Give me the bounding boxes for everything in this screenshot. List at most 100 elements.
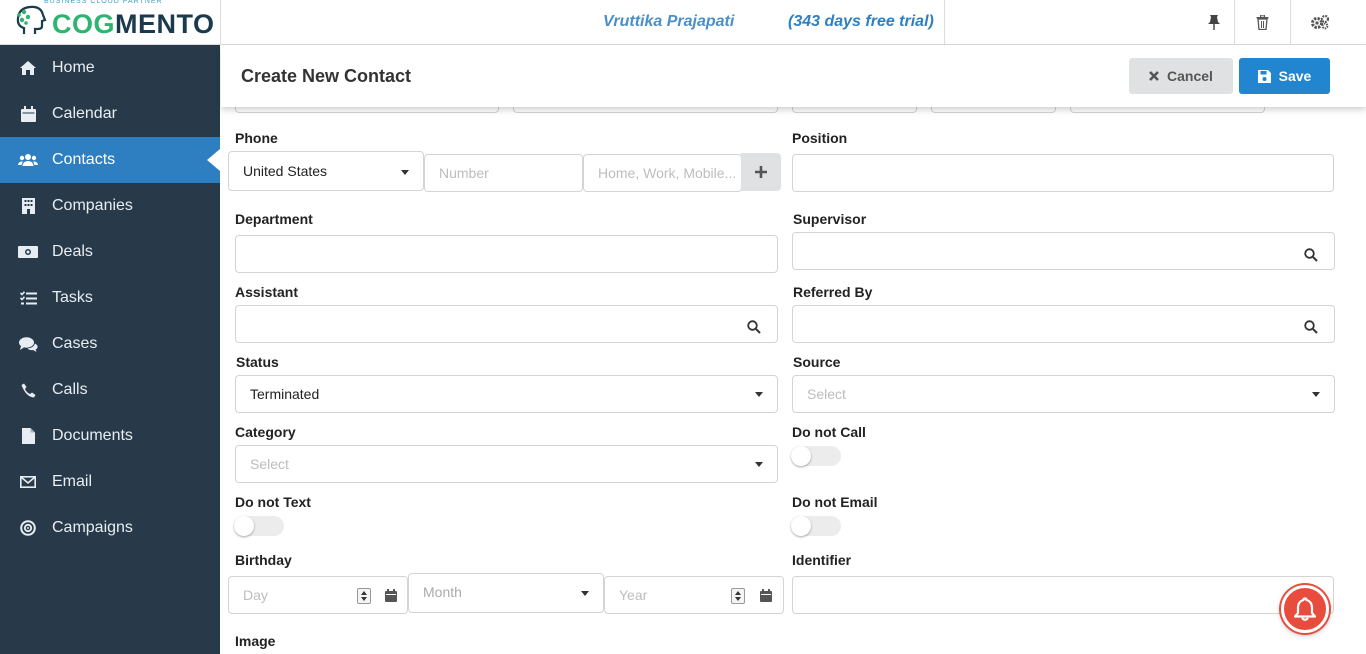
tasks-icon [18, 288, 38, 308]
envelope-icon [18, 472, 38, 492]
sidebar-item-deals[interactable]: Deals [0, 229, 220, 275]
users-icon [18, 150, 38, 170]
assistant-label: Assistant [235, 284, 299, 300]
user-name: Vruttika Prajapati [603, 13, 735, 30]
sidebar-item-contacts[interactable]: Contacts [0, 137, 220, 183]
notification-bell-button[interactable] [1281, 585, 1329, 633]
logo[interactable]: BUSINESS CLOUD PARTNER COGMENTO [0, 0, 221, 45]
do-not-text-toggle[interactable] [234, 516, 284, 536]
position-label: Position [792, 130, 848, 146]
image-label: Image [235, 633, 276, 649]
calendar-icon[interactable] [760, 589, 772, 602]
close-icon [1149, 71, 1159, 81]
stepper-icon[interactable] [357, 588, 371, 604]
trash-icon[interactable] [1251, 11, 1273, 33]
supervisor-label: Supervisor [793, 211, 867, 227]
status-label: Status [236, 354, 279, 370]
sidebar-item-calendar[interactable]: Calendar [0, 91, 220, 137]
brand-name: COGMENTO [52, 9, 215, 39]
phone-label: Phone [235, 130, 278, 146]
do-not-email-toggle[interactable] [791, 516, 841, 536]
contact-form: Phone United States Number Home, Work, M… [221, 107, 1366, 654]
supervisor-search-input[interactable] [792, 232, 1335, 270]
sidebar-item-calls[interactable]: Calls [0, 367, 220, 413]
do-not-call-toggle[interactable] [791, 446, 841, 466]
sidebar-item-campaigns[interactable]: Campaigns [0, 505, 220, 551]
add-phone-button[interactable] [741, 153, 781, 191]
page-header: Create New Contact Cancel Save [221, 45, 1366, 107]
phone-number-input[interactable]: Number [424, 154, 583, 192]
input-fragment[interactable] [792, 107, 917, 113]
sidebar-item-documents[interactable]: Documents [0, 413, 220, 459]
sidebar-item-email[interactable]: Email [0, 459, 220, 505]
trial-status: (343 days free trial) [788, 13, 934, 30]
stepper-icon[interactable] [731, 588, 745, 604]
sidebar-item-tasks[interactable]: Tasks [0, 275, 220, 321]
top-bar: BUSINESS CLOUD PARTNER COGMENTO Vruttika… [0, 0, 1366, 45]
phone-country-select[interactable]: United States [228, 151, 424, 191]
calendar-icon[interactable] [385, 589, 397, 602]
identifier-label: Identifier [792, 552, 852, 568]
chevron-down-icon [755, 392, 763, 397]
status-select[interactable]: Terminated [235, 375, 778, 413]
building-icon [18, 196, 38, 216]
divider [1234, 0, 1235, 45]
do-not-call-label: Do not Call [792, 424, 866, 440]
calendar-icon [18, 104, 38, 124]
chevron-down-icon [755, 462, 763, 467]
brain-logo-icon [16, 5, 47, 34]
chevron-down-icon [1312, 392, 1320, 397]
do-not-text-label: Do not Text [235, 494, 311, 510]
divider [1290, 0, 1291, 45]
pin-icon[interactable] [1203, 11, 1225, 33]
sidebar-item-home[interactable]: Home [0, 45, 220, 91]
bell-icon [1294, 597, 1316, 621]
input-fragment[interactable] [931, 107, 1056, 113]
input-fragment[interactable] [235, 107, 499, 113]
referred-by-search-input[interactable] [792, 305, 1335, 343]
category-label: Category [235, 424, 296, 440]
search-icon [747, 320, 761, 334]
settings-icon[interactable] [1309, 11, 1331, 33]
source-label: Source [793, 354, 841, 370]
input-fragment[interactable] [513, 107, 778, 113]
sidebar: Home Calendar Contacts Companies Deals T… [0, 45, 220, 654]
toggle-knob [791, 516, 811, 536]
cancel-button[interactable]: Cancel [1129, 58, 1233, 94]
sidebar-item-cases[interactable]: Cases [0, 321, 220, 367]
sidebar-item-companies[interactable]: Companies [0, 183, 220, 229]
do-not-email-label: Do not Email [792, 494, 878, 510]
birthday-day-input[interactable]: Day [228, 576, 408, 614]
department-input[interactable] [235, 235, 778, 273]
toggle-knob [791, 446, 811, 466]
plus-icon [755, 166, 767, 178]
birthday-year-input[interactable]: Year [604, 576, 784, 614]
identifier-input[interactable] [792, 576, 1334, 614]
home-icon [18, 58, 38, 78]
position-input[interactable] [792, 154, 1334, 192]
comments-icon [18, 334, 38, 354]
divider [944, 0, 945, 45]
category-select[interactable]: Select [235, 445, 778, 483]
birthday-month-select[interactable]: Month [408, 573, 604, 613]
money-icon [18, 242, 38, 262]
document-icon [18, 426, 38, 446]
referred-by-label: Referred By [793, 284, 873, 300]
search-icon [1304, 320, 1318, 334]
department-label: Department [235, 211, 313, 227]
chevron-down-icon [401, 170, 409, 175]
save-icon [1257, 69, 1271, 83]
save-button[interactable]: Save [1239, 58, 1330, 94]
page-title: Create New Contact [241, 66, 412, 86]
input-fragment[interactable] [1070, 107, 1265, 113]
toggle-knob [234, 516, 254, 536]
phone-type-input[interactable]: Home, Work, Mobile... [583, 154, 742, 192]
search-icon [1304, 248, 1318, 262]
bullseye-icon [18, 518, 38, 538]
chevron-down-icon [581, 591, 589, 596]
source-select[interactable]: Select [792, 375, 1335, 413]
brand-tagline: BUSINESS CLOUD PARTNER [44, 0, 163, 5]
phone-icon [18, 380, 38, 400]
birthday-label: Birthday [235, 552, 292, 568]
assistant-search-input[interactable] [235, 305, 778, 343]
